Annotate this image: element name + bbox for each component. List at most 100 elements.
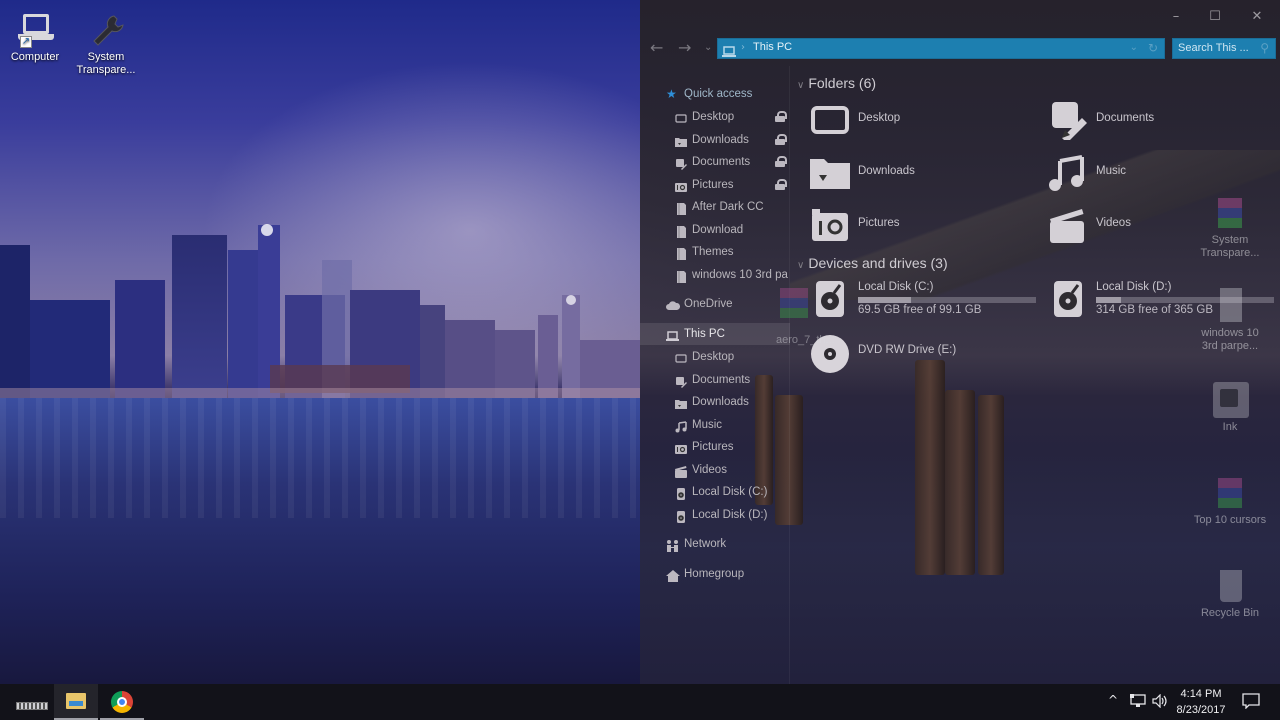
desktop-icon-label: Ink — [1222, 421, 1238, 433]
pictures-icon — [810, 205, 850, 245]
nav-this-pc-item[interactable]: Downloads — [640, 391, 790, 413]
nav-quick-access-item[interactable]: windows 10 3rd pa — [640, 264, 790, 286]
nav-item-label: Pictures — [692, 178, 734, 191]
folder-tile[interactable]: Music — [1048, 153, 1248, 197]
nav-this-pc-item[interactable]: Local Disk (D:) — [640, 504, 790, 526]
folder-label: Pictures — [858, 217, 900, 229]
folder-label: Documents — [1096, 112, 1155, 124]
taskbar-chrome[interactable] — [100, 684, 144, 720]
nav-item-label: Downloads — [692, 396, 749, 408]
desktop-icon-label: Recycle Bin — [1200, 607, 1260, 619]
desktop-icon — [810, 100, 850, 140]
videos-icon — [675, 464, 687, 478]
desktop-icon-system-transparency-archive[interactable]: System Transpare... — [1192, 195, 1268, 260]
drive-tile-c[interactable]: Local Disk (C:) 69.5 GB free of 99.1 GB — [810, 279, 1040, 323]
folder-icon — [66, 693, 86, 709]
recycle-bin-icon — [1210, 568, 1250, 604]
folder-label: Downloads — [858, 164, 915, 177]
downloads-folder-icon — [675, 134, 687, 147]
nav-quick-access[interactable]: ★ Quick access — [640, 83, 790, 105]
nav-onedrive[interactable]: OneDrive — [640, 293, 790, 315]
nav-this-pc-item[interactable]: Music — [640, 414, 790, 436]
taskbar-keyboard-app[interactable] — [4, 684, 48, 720]
drive-usage-fill — [858, 297, 912, 303]
desktop-icon-windows-10-3rd-party[interactable]: windows 10 3rd parpe... — [1192, 288, 1268, 353]
folder-label: Videos — [1096, 217, 1131, 229]
action-center-button[interactable] — [1242, 693, 1260, 713]
address-bar[interactable]: › This PC ⌄ ↻ — [717, 38, 1165, 59]
network-icon[interactable] — [1130, 694, 1146, 712]
drive-icon — [1048, 279, 1088, 319]
nav-item-label: Desktop — [692, 111, 735, 123]
nav-this-pc[interactable]: This PC — [640, 323, 790, 345]
nav-this-pc-item[interactable]: Pictures — [640, 436, 790, 458]
volume-icon[interactable] — [1152, 693, 1168, 712]
nav-item-label: Download — [692, 223, 744, 236]
desktop-icon-recycle-bin[interactable]: Recycle Bin — [1192, 568, 1268, 620]
folder-label: Desktop — [858, 112, 901, 124]
nav-quick-access-item[interactable]: Desktop — [640, 106, 790, 128]
minimize-button[interactable]: – — [1166, 8, 1186, 26]
recent-locations-button[interactable]: ⌄ — [704, 40, 712, 56]
folders-group-header[interactable]: ∨ Folders (6) — [797, 75, 876, 91]
desktop-icon — [675, 351, 687, 363]
clock[interactable]: 4:14 PM 8/23/2017 — [1168, 686, 1234, 718]
desktop-icon-top-10-cursors[interactable]: Top 10 cursors — [1192, 475, 1268, 527]
devices-group-header[interactable]: ∨ Devices and drives (3) — [797, 255, 948, 271]
winrar-archive-icon — [1210, 475, 1250, 511]
network-icon — [666, 538, 678, 552]
nav-this-pc-item[interactable]: Videos — [640, 459, 790, 481]
close-button[interactable]: ✕ — [1247, 8, 1267, 26]
drive-icon — [675, 486, 687, 500]
taskbar: ^ 4:14 PM 8/23/2017 — [0, 684, 1280, 720]
file-icon — [1210, 288, 1250, 324]
chevron-down-icon: ∨ — [797, 80, 805, 91]
folder-icon — [675, 269, 687, 283]
wallpaper-pylon — [915, 360, 945, 575]
drive-usage-fill — [1096, 297, 1121, 303]
forward-button[interactable]: → — [678, 40, 691, 56]
winrar-archive-icon — [780, 288, 808, 318]
nav-homegroup[interactable]: Homegroup — [640, 563, 790, 585]
nav-item-label: Themes — [692, 246, 734, 258]
chrome-icon — [111, 691, 133, 713]
desktop-icon-system-transparency[interactable]: System Transpare... — [68, 12, 144, 77]
nav-quick-access-item[interactable]: Themes — [640, 241, 790, 263]
nav-network[interactable]: Network — [640, 533, 790, 555]
documents-icon — [675, 156, 687, 170]
folder-tile[interactable]: Downloads — [810, 153, 1010, 197]
taskbar-file-explorer[interactable] — [54, 684, 98, 720]
maximize-button[interactable]: ☐ — [1205, 8, 1225, 26]
nav-this-pc-item[interactable]: Desktop — [640, 346, 790, 368]
clock-time: 4:14 PM — [1180, 688, 1222, 700]
search-icon[interactable]: ⚲ — [1260, 41, 1269, 55]
cloud-icon — [666, 298, 681, 310]
nav-quick-access-item[interactable]: After Dark CC — [640, 196, 790, 218]
folder-tile[interactable]: Documents — [1048, 100, 1248, 144]
this-pc-icon — [722, 43, 736, 62]
pin-icon — [775, 111, 787, 122]
nav-quick-access-item[interactable]: Download — [640, 219, 790, 241]
desktop-icon-label: Computer — [10, 51, 60, 63]
folder-tile[interactable]: Pictures — [810, 205, 1010, 249]
address-dropdown-icon[interactable]: ⌄ — [1130, 42, 1138, 53]
nav-this-pc-item[interactable]: Documents — [640, 369, 790, 391]
desktop-icon-computer[interactable]: ↗ Computer — [0, 12, 73, 64]
keyboard-icon — [16, 702, 48, 710]
refresh-icon[interactable]: ↻ — [1148, 41, 1158, 55]
videos-icon — [1048, 205, 1088, 245]
breadcrumb-this-pc[interactable]: This PC — [753, 41, 792, 53]
nav-quick-access-item[interactable]: Documents — [640, 151, 790, 173]
search-box[interactable]: Search This ... ⚲ — [1172, 38, 1276, 59]
nav-item-label: Videos — [692, 463, 727, 476]
back-button[interactable]: ← — [650, 40, 663, 56]
tray-overflow-chevron[interactable]: ^ — [1108, 693, 1118, 707]
nav-quick-access-item[interactable]: Downloads — [640, 129, 790, 151]
desktop-icon-label: System Transpare... — [1200, 234, 1260, 259]
nav-quick-access-item[interactable]: Pictures — [640, 174, 790, 196]
folder-tile[interactable]: Desktop — [810, 100, 1010, 144]
drive-tile-e[interactable]: DVD RW Drive (E:) — [810, 334, 1040, 378]
nav-this-pc-item[interactable]: Local Disk (C:) — [640, 481, 790, 503]
pictures-icon — [675, 179, 687, 192]
desktop-icon-ink[interactable]: Ink — [1192, 382, 1268, 434]
